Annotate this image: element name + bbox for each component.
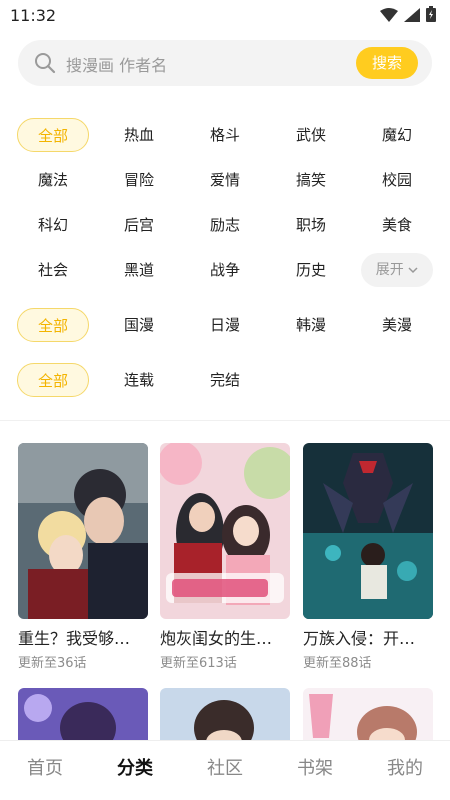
genre-tag[interactable]: 职场 xyxy=(275,208,347,242)
genre-tag[interactable]: 历史 xyxy=(275,253,347,287)
status-tag[interactable]: 完结 xyxy=(189,363,261,397)
region-row: 全部 国漫 日漫 韩漫 美漫 xyxy=(10,308,440,342)
genre-tag[interactable]: 冒险 xyxy=(103,163,175,197)
search-button[interactable]: 搜索 xyxy=(356,47,418,79)
genre-tag[interactable]: 科幻 xyxy=(17,208,89,242)
nav-bookshelf[interactable]: 书架 xyxy=(270,741,360,800)
genre-row-1: 全部 热血 格斗 武侠 魔幻 xyxy=(10,118,440,152)
nav-community[interactable]: 社区 xyxy=(180,741,270,800)
genre-tag[interactable]: 黑道 xyxy=(103,253,175,287)
genre-tag[interactable]: 魔法 xyxy=(17,163,89,197)
comic-cover[interactable] xyxy=(18,443,148,619)
status-tag[interactable]: 连载 xyxy=(103,363,175,397)
region-tag[interactable]: 韩漫 xyxy=(275,308,347,342)
genre-tag-all[interactable]: 全部 xyxy=(17,118,89,152)
genre-tag[interactable]: 美食 xyxy=(361,208,433,242)
genre-row-4: 社会 黑道 战争 历史 展开 xyxy=(10,253,440,287)
genre-tag[interactable]: 搞笑 xyxy=(275,163,347,197)
bottom-nav: 首页 分类 社区 书架 我的 xyxy=(0,740,450,800)
comic-update: 更新至36话 xyxy=(18,656,87,671)
status-tag-all[interactable]: 全部 xyxy=(17,363,89,397)
genre-row-2: 魔法 冒险 爱情 搞笑 校园 xyxy=(10,163,440,197)
comic-cover[interactable] xyxy=(303,443,433,619)
comic-card[interactable]: 炮灰闺女的生… 更新至613话 xyxy=(160,443,290,671)
expand-button[interactable]: 展开 xyxy=(361,253,433,287)
region-tag[interactable]: 国漫 xyxy=(103,308,175,342)
battery-icon xyxy=(426,6,436,26)
comic-update: 更新至613话 xyxy=(160,656,237,671)
signal-icon xyxy=(404,7,420,26)
region-tag[interactable]: 日漫 xyxy=(189,308,261,342)
genre-tag[interactable]: 热血 xyxy=(103,118,175,152)
genre-tag[interactable]: 社会 xyxy=(17,253,89,287)
genre-tag[interactable]: 校园 xyxy=(361,163,433,197)
status-icons xyxy=(380,6,436,26)
genre-tag[interactable]: 格斗 xyxy=(189,118,261,152)
section-divider xyxy=(0,420,450,421)
nav-home[interactable]: 首页 xyxy=(0,741,90,800)
region-tag[interactable]: 美漫 xyxy=(361,308,433,342)
comic-title: 炮灰闺女的生… xyxy=(160,629,273,648)
wifi-icon xyxy=(380,7,398,26)
genre-tag[interactable]: 后宫 xyxy=(103,208,175,242)
status-time: 11:32 xyxy=(10,6,57,25)
comic-cover-peek[interactable] xyxy=(18,688,148,748)
expand-label: 展开 xyxy=(375,262,404,278)
nav-category[interactable]: 分类 xyxy=(90,741,180,800)
genre-row-3: 科幻 后宫 励志 职场 美食 xyxy=(10,208,440,242)
genre-tag[interactable]: 武侠 xyxy=(275,118,347,152)
chevron-down-icon xyxy=(408,262,418,278)
search-input[interactable]: 搜漫画 作者名 xyxy=(66,52,167,76)
status-bar: 11:32 xyxy=(0,0,450,30)
comic-title: 万族入侵：开… xyxy=(303,629,416,648)
comic-title: 重生？我受够… xyxy=(18,629,131,648)
genre-tag[interactable]: 励志 xyxy=(189,208,261,242)
comic-card[interactable]: 重生？我受够… 更新至36话 xyxy=(18,443,148,671)
search-icon xyxy=(34,52,56,74)
comic-card[interactable]: 万族入侵：开… 更新至88话 xyxy=(303,443,433,671)
genre-tag[interactable]: 魔幻 xyxy=(361,118,433,152)
nav-mine[interactable]: 我的 xyxy=(360,741,450,800)
genre-tag[interactable]: 战争 xyxy=(189,253,261,287)
comic-update: 更新至88话 xyxy=(303,656,372,671)
search-bar[interactable]: 搜漫画 作者名 搜索 xyxy=(18,40,432,86)
genre-tag[interactable]: 爱情 xyxy=(189,163,261,197)
region-tag-all[interactable]: 全部 xyxy=(17,308,89,342)
comic-cover-peek[interactable] xyxy=(303,688,433,748)
comic-cover-peek[interactable] xyxy=(160,688,290,748)
comic-cover[interactable] xyxy=(160,443,290,619)
status-row: 全部 连载 完结 xyxy=(10,363,440,397)
